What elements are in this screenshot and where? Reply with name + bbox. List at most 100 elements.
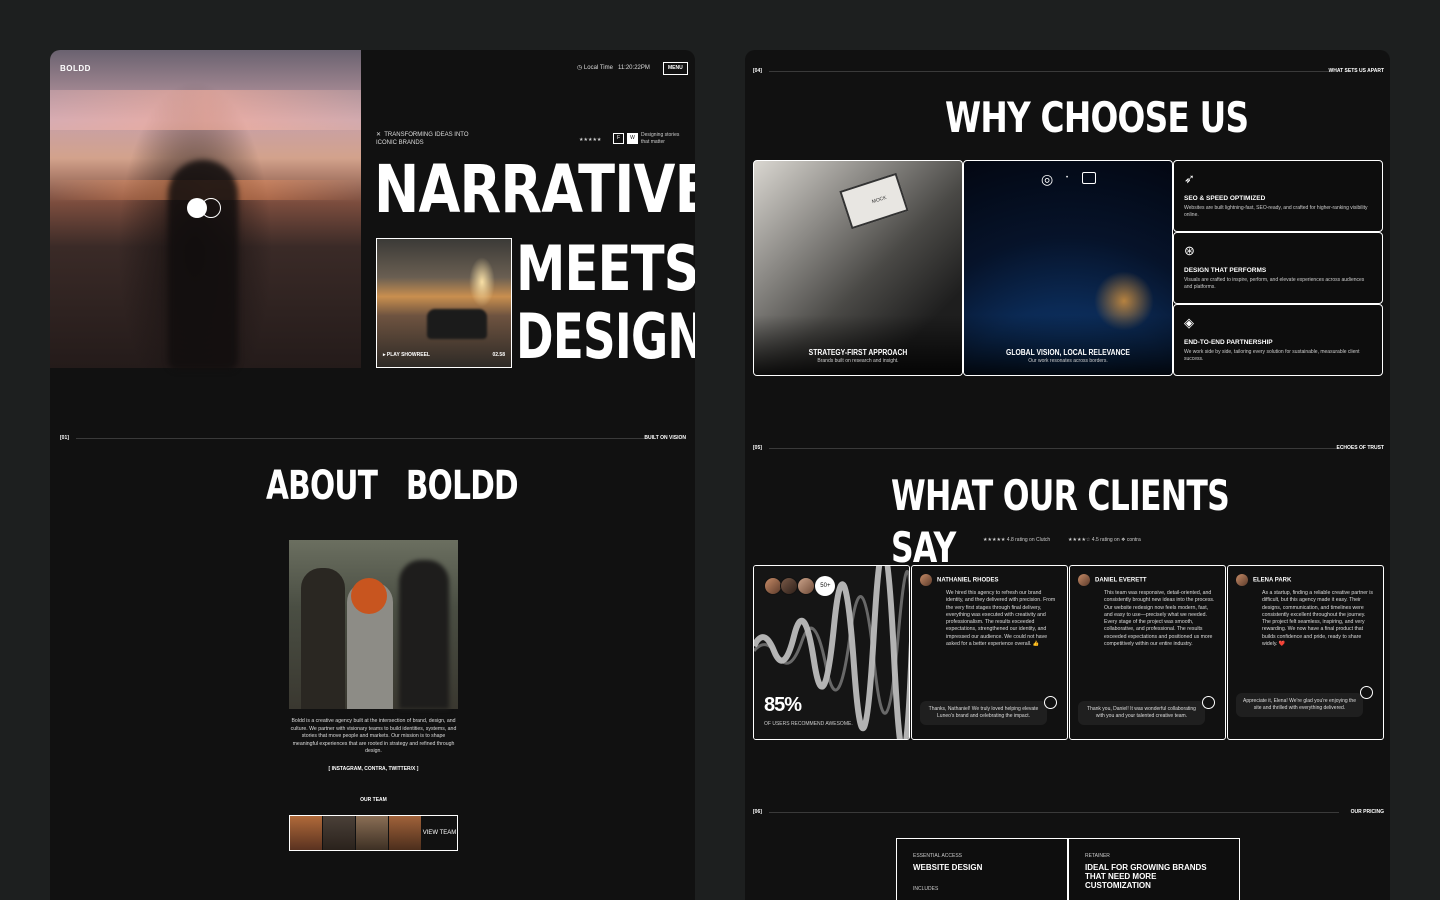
team-member-avatar[interactable] bbox=[356, 816, 389, 850]
avatar bbox=[920, 574, 932, 586]
stat-label: OF USERS RECOMMEND AWESOME. bbox=[764, 721, 853, 727]
review-card: ELENA PARK As a startup, finding a relia… bbox=[1227, 565, 1384, 740]
device-icon bbox=[1082, 172, 1096, 184]
webflow-badge[interactable]: W bbox=[627, 133, 638, 144]
feature-card-design[interactable]: ⊛ DESIGN THAT PERFORMS Visuals are craft… bbox=[1173, 232, 1383, 304]
contra-rating[interactable]: ★★★★☆ 4.5 rating on ❖ contra bbox=[1068, 537, 1141, 544]
feature-text: We work side by side, tailoring every so… bbox=[1184, 349, 1360, 362]
feature-card-global[interactable]: ◎ • GLOBAL VISION, LOCAL RELEVANCE Our w… bbox=[963, 160, 1173, 376]
feature-text: Visuals are crafted to inspire, perform,… bbox=[1184, 277, 1365, 290]
feature-text: Brands built on research and insight. bbox=[817, 358, 899, 364]
team-member-avatar[interactable] bbox=[290, 816, 323, 850]
plan-tier: ESSENTIAL ACCESS bbox=[913, 853, 962, 859]
hero-headline-line-1: NARRATIVE bbox=[374, 151, 695, 228]
stats-card: 50+ 85% OF USERS RECOMMEND AWESOME. bbox=[753, 565, 910, 740]
avatar bbox=[1236, 574, 1248, 586]
view-team-button[interactable]: VIEW TEAM bbox=[422, 816, 457, 850]
play-showreel-button[interactable]: ▸ PLAY SHOWREEL bbox=[383, 352, 430, 359]
section-divider bbox=[769, 448, 1339, 449]
avatar bbox=[1078, 574, 1090, 586]
feature-text: Websites are built lightning-fast, SEO-r… bbox=[1184, 205, 1368, 218]
pricing-card-retainer[interactable]: RETAINER IDEAL FOR GROWING BRANDS THAT N… bbox=[1068, 838, 1240, 900]
section-number: [05] bbox=[753, 445, 762, 451]
stat-value: 85% bbox=[764, 694, 802, 716]
feature-title: DESIGN THAT PERFORMS bbox=[1184, 267, 1267, 274]
clutch-rating[interactable]: ★★★★★ 4.8 rating on Clutch bbox=[983, 537, 1050, 544]
about-description: Boldd is a creative agency built at the … bbox=[290, 718, 457, 755]
review-card: NATHANIEL RHODES We hired this agency to… bbox=[911, 565, 1068, 740]
review-text: This team was responsive, detail-oriente… bbox=[1104, 590, 1215, 648]
section-number: [04] bbox=[753, 68, 762, 74]
close-x-icon: ✕ bbox=[376, 132, 382, 138]
clients-title: WHAT OUR CLIENTS SAY bbox=[891, 471, 1230, 572]
review-text: We hired this agency to refresh our bran… bbox=[946, 590, 1056, 648]
hero-image bbox=[50, 50, 361, 370]
clock-icon: ◷ bbox=[577, 65, 583, 71]
reply-icon[interactable] bbox=[1202, 696, 1215, 709]
plan-includes-label: INCLUDES bbox=[913, 886, 939, 892]
section-tag: OUR PRICING bbox=[1350, 809, 1384, 815]
layers-icon: ◈ bbox=[1184, 315, 1194, 330]
team-member-avatar[interactable] bbox=[323, 816, 356, 850]
about-team-photo bbox=[289, 540, 458, 709]
feature-title: END-TO-END PARTNERSHIP bbox=[1184, 339, 1273, 346]
feature-card-partnership[interactable]: ◈ END-TO-END PARTNERSHIP We work side by… bbox=[1173, 304, 1383, 376]
reviewer-name: ELENA PARK bbox=[1236, 574, 1375, 586]
section-tag: ECHOES OF TRUST bbox=[1336, 445, 1384, 451]
left-preview-panel: BOLDD ◷ Local Time 11:20:22PM MENU ✕ TRA… bbox=[50, 50, 695, 900]
hero-headline-line-3: DESIGN bbox=[516, 300, 695, 373]
review-card: DANIEL EVERETT This team was responsive,… bbox=[1069, 565, 1226, 740]
reply-icon[interactable] bbox=[1044, 696, 1057, 709]
section-number: [06] bbox=[753, 809, 762, 815]
hero-headline-line-2: MEETS bbox=[516, 232, 695, 305]
section-tag: BUILT ON VISION bbox=[644, 435, 686, 441]
rating-stars: ★★★★★ bbox=[579, 137, 602, 143]
section-divider bbox=[769, 71, 1329, 72]
agency-reply: Thank you, Daniel! It was wonderful coll… bbox=[1078, 701, 1205, 725]
dot-icon: • bbox=[1066, 175, 1069, 181]
menu-button[interactable]: MENU bbox=[663, 62, 688, 75]
hero-tagline: ✕ TRANSFORMING IDEAS INTO ICONIC BRANDS bbox=[376, 132, 469, 146]
plan-tier: RETAINER bbox=[1085, 853, 1110, 859]
local-time-value: 11:20:22PM bbox=[617, 65, 650, 71]
right-preview-panel: [04] WHAT SETS US APART WHY CHOOSE US MO… bbox=[745, 50, 1390, 900]
why-choose-title: WHY CHOOSE US bbox=[945, 93, 1249, 142]
overlap-circles-icon: ⊛ bbox=[1184, 243, 1195, 258]
section-number: [01] bbox=[60, 435, 69, 441]
section-divider bbox=[769, 812, 1339, 813]
avatars-count-badge: 50+ bbox=[815, 576, 836, 596]
agency-reply: Appreciate it, Elena! We're glad you're … bbox=[1236, 693, 1363, 717]
section-divider bbox=[76, 438, 646, 439]
feature-card-strategy[interactable]: MOCK STRATEGY-FIRST APPROACH Brands buil… bbox=[753, 160, 963, 376]
showreel-video[interactable]: ▸ PLAY SHOWREEL 02.58 bbox=[376, 238, 512, 368]
globe-icon: ◎ bbox=[1041, 171, 1054, 187]
local-time: ◷ Local Time 11:20:22PM bbox=[577, 64, 650, 72]
section-tag: WHAT SETS US APART bbox=[1328, 68, 1384, 74]
rocket-icon: ➶ bbox=[1184, 171, 1195, 186]
our-team-label: OUR TEAM bbox=[360, 797, 387, 803]
team-member-avatar[interactable] bbox=[389, 816, 422, 850]
feature-card-seo[interactable]: ➶ SEO & SPEED OPTIMIZED Websites are bui… bbox=[1173, 160, 1383, 232]
brand-logo[interactable]: BOLDD bbox=[60, 64, 91, 73]
plan-name: IDEAL FOR GROWING BRANDS THAT NEED MORE … bbox=[1085, 863, 1207, 890]
team-avatars[interactable]: VIEW TEAM bbox=[289, 815, 458, 851]
hero-side-note: Designing stories that matter bbox=[641, 132, 680, 145]
local-time-label: Local Time bbox=[583, 65, 613, 71]
reply-icon[interactable] bbox=[1360, 686, 1373, 699]
feature-text: Our work resonates across borders. bbox=[1028, 358, 1108, 364]
showreel-duration: 02.58 bbox=[492, 352, 505, 358]
review-text: As a startup, finding a reliable creativ… bbox=[1262, 590, 1374, 648]
about-title: ABOUT BOLDD bbox=[266, 463, 519, 509]
feature-title: SEO & SPEED OPTIMIZED bbox=[1184, 195, 1266, 202]
avatar-stack: 50+ bbox=[764, 576, 836, 596]
social-links[interactable]: [ INSTAGRAM, CONTRA, TWITTER/X ] bbox=[289, 766, 458, 773]
plan-name: WEBSITE DESIGN bbox=[913, 863, 983, 872]
feature-title: GLOBAL VISION, LOCAL RELEVANCE bbox=[1006, 348, 1130, 357]
framer-badge[interactable]: F bbox=[613, 133, 624, 144]
brand-mark-icon bbox=[187, 198, 221, 218]
reviewer-name: DANIEL EVERETT bbox=[1078, 574, 1217, 586]
pricing-card-essential[interactable]: ESSENTIAL ACCESS WEBSITE DESIGN INCLUDES bbox=[896, 838, 1068, 900]
reviewer-name: NATHANIEL RHODES bbox=[920, 574, 1059, 586]
feature-title: STRATEGY-FIRST APPROACH bbox=[808, 348, 908, 357]
agency-reply: Thanks, Nathaniel! We truly loved helpin… bbox=[920, 701, 1047, 725]
